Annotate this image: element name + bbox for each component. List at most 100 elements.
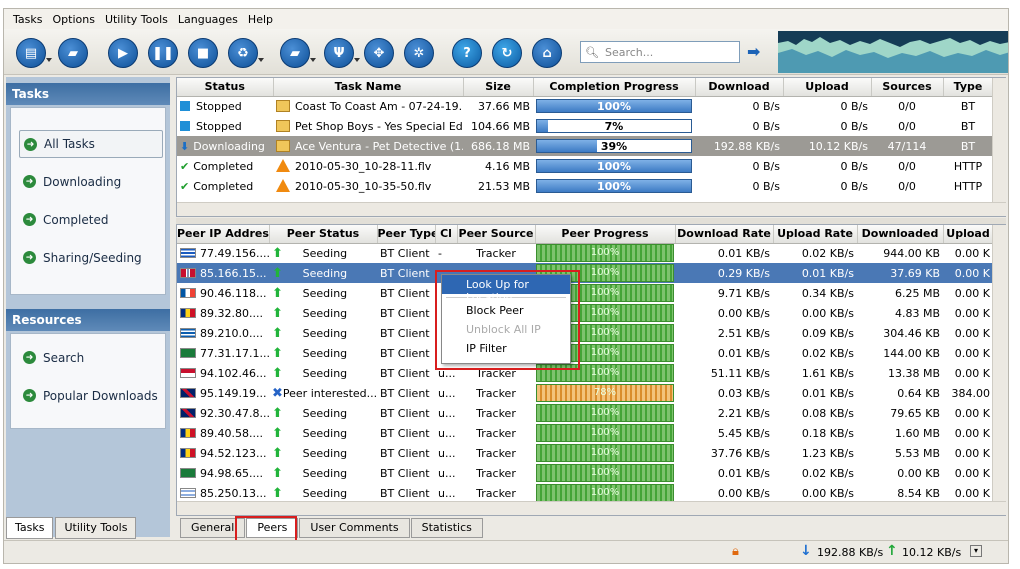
peer-row[interactable]: 92.30.47.8... ⬆ Seeding BT Client u... Tracke… bbox=[177, 403, 993, 423]
peer-row[interactable]: 94.52.123... ⬆ Seeding BT Client u... Tracker… bbox=[177, 443, 993, 463]
nav-downloading[interactable]: ➜ Downloading bbox=[19, 168, 163, 196]
task-row[interactable]: ⬇ Downloading Ace Ventura - Pet Detective … bbox=[177, 136, 993, 156]
search-input[interactable]: Search... bbox=[605, 46, 653, 59]
peer-row[interactable]: 94.102.46... ⬆ Seeding BT Client u... Tracker… bbox=[177, 363, 993, 383]
menu-help[interactable]: Help bbox=[243, 13, 278, 26]
seeding-up-arrow-icon: ⬆ bbox=[272, 425, 283, 441]
menu-languages[interactable]: Languages bbox=[173, 13, 243, 26]
status-menu-icon[interactable]: ▾ bbox=[970, 545, 982, 557]
menu-options[interactable]: Options bbox=[47, 13, 99, 26]
col-status[interactable]: Status bbox=[177, 78, 274, 97]
peer-upload-rate: 0.08 KB/s bbox=[801, 406, 854, 420]
nav-completed[interactable]: ➜ Completed bbox=[19, 206, 163, 234]
tab-statistics[interactable]: Statistics bbox=[410, 518, 483, 538]
open-folder-icon[interactable]: ▰ bbox=[58, 38, 88, 68]
task-download: 0 B/s bbox=[752, 99, 780, 113]
nav-label: All Tasks bbox=[44, 137, 95, 151]
col-size[interactable]: Size bbox=[463, 78, 534, 97]
peer-uploaded: 0.00 K bbox=[943, 263, 993, 283]
peer-row[interactable]: 95.149.19... ✖Peer interested... BT Client… bbox=[177, 383, 993, 403]
peer-progress-bar: 100% bbox=[536, 244, 674, 263]
seeding-up-arrow-icon: ⬆ bbox=[272, 285, 283, 301]
home-icon[interactable]: ⌂ bbox=[532, 38, 562, 68]
peer-row[interactable]: 89.40.58.... ⬆ Seeding BT Client u... Tracker… bbox=[177, 423, 993, 443]
peer-upload-rate: 0.01 KB/s bbox=[801, 386, 854, 400]
refresh-icon[interactable]: ↻ bbox=[492, 38, 522, 68]
country-flag-icon bbox=[180, 247, 196, 258]
peer-uploaded: 0.00 K bbox=[954, 486, 990, 500]
peer-row[interactable]: 85.250.13... ⬆ Seeding BT Client u... Tracker… bbox=[177, 483, 993, 503]
col-peer-source[interactable]: Peer Source bbox=[457, 225, 536, 244]
peer-uploaded: 0.00 K bbox=[954, 366, 990, 380]
col-uploaded[interactable]: Upload bbox=[943, 225, 994, 244]
peer-row[interactable]: 85.166.15... ⬆ Seeding BT Client 100% 0.29 KB… bbox=[177, 263, 993, 283]
peer-row[interactable]: 89.32.80.... ⬆ Seeding BT Client 100% 0.00 KB… bbox=[177, 303, 993, 323]
col-upload-rate[interactable]: Upload Rate bbox=[773, 225, 858, 244]
tab-tasks[interactable]: Tasks bbox=[6, 517, 54, 539]
resources-section-title: Resources bbox=[6, 309, 170, 331]
progress-label: 100% bbox=[597, 180, 631, 193]
search-go-arrow-icon[interactable]: ➡ bbox=[747, 42, 765, 61]
peer-downloaded: 144.00 KB bbox=[883, 346, 940, 360]
col-peer-progress[interactable]: Peer Progress bbox=[535, 225, 676, 244]
peer-row[interactable]: 89.210.0.... ⬆ Seeding BT Client 100% 2.51 KB… bbox=[177, 323, 993, 343]
upload-speed: 10.12 KB/s bbox=[902, 546, 962, 559]
col-peer-ip[interactable]: Peer IP Address bbox=[177, 225, 270, 244]
folder-icon[interactable]: ▰ bbox=[280, 38, 316, 68]
stop-icon[interactable]: ■ bbox=[188, 38, 218, 68]
task-row[interactable]: ✔ Completed 2010-05-30_10-35-50.flv 21.53 M… bbox=[177, 176, 993, 196]
peer-type: BT Client bbox=[380, 306, 430, 320]
peer-progress: 100% bbox=[535, 483, 675, 503]
pause-icon[interactable]: ❚❚ bbox=[148, 38, 178, 68]
col-upload[interactable]: Upload bbox=[783, 78, 872, 97]
tab-user-comments[interactable]: User Comments bbox=[299, 518, 410, 538]
task-vertical-scrollbar[interactable] bbox=[992, 78, 1006, 202]
peers-vertical-scrollbar[interactable] bbox=[992, 225, 1006, 503]
task-row[interactable]: ✔ Completed 2010-05-30_10-28-11.flv 4.16 MB… bbox=[177, 156, 993, 176]
task-horizontal-scrollbar[interactable] bbox=[177, 202, 1006, 216]
start-icon[interactable]: ▶ bbox=[108, 38, 138, 68]
peer-client: - bbox=[438, 246, 442, 260]
col-completion-progress[interactable]: Completion Progress bbox=[533, 78, 696, 97]
settings-gear-icon[interactable]: ✲ bbox=[404, 38, 434, 68]
peer-row[interactable]: 90.46.118... ⬆ Seeding BT Client 100% 9.71 KB… bbox=[177, 283, 993, 303]
delete-icon[interactable]: ♻ bbox=[228, 38, 264, 68]
new-task-icon[interactable]: ▤ bbox=[16, 38, 52, 68]
col-peer-type[interactable]: Peer Type bbox=[377, 225, 436, 244]
task-row[interactable]: Stopped Pet Shop Boys - Yes Special Edi..… bbox=[177, 116, 993, 136]
col-download-rate[interactable]: Download Rate bbox=[675, 225, 774, 244]
peer-download-rate: 37.76 KB/s bbox=[710, 446, 770, 460]
peer-upload-rate: 1.61 KB/s bbox=[801, 366, 854, 380]
nav-popular-downloads[interactable]: ➜ Popular Downloads bbox=[19, 382, 163, 410]
peers-horizontal-scrollbar[interactable] bbox=[177, 501, 1006, 515]
col-type[interactable]: Type bbox=[943, 78, 994, 97]
progress-label: 7% bbox=[604, 120, 624, 133]
col-sources[interactable]: Sources bbox=[871, 78, 944, 97]
col-task-name[interactable]: Task Name bbox=[273, 78, 464, 97]
peer-uploaded: 0.00 K bbox=[954, 246, 990, 260]
help-icon[interactable]: ? bbox=[452, 38, 482, 68]
task-row[interactable]: Stopped Coast To Coast Am - 07-24-19... 37… bbox=[177, 96, 993, 116]
arrow-circle-icon: ➜ bbox=[23, 351, 36, 364]
search-box[interactable]: 🔍︎ Search... bbox=[580, 41, 740, 63]
col-download[interactable]: Download bbox=[695, 78, 784, 97]
utility-tools-icon[interactable]: Ψ bbox=[324, 38, 360, 68]
peer-row[interactable]: 77.31.17.1... ⬆ Seeding BT Client 100% 0.01 K… bbox=[177, 343, 993, 363]
col-downloaded[interactable]: Downloaded bbox=[857, 225, 944, 244]
nav-sharing-seeding[interactable]: ➜ Sharing/Seeding bbox=[19, 244, 163, 272]
peer-progress-bar: 100% bbox=[536, 484, 674, 502]
menu-tasks[interactable]: Tasks bbox=[8, 13, 47, 26]
col-peer-status[interactable]: Peer Status bbox=[269, 225, 378, 244]
menu-utility-tools[interactable]: Utility Tools bbox=[100, 13, 173, 26]
tab-utility-tools[interactable]: Utility Tools bbox=[55, 517, 137, 539]
peer-row[interactable]: 77.49.156.... ⬆ Seeding BT Client - Tracker 10… bbox=[177, 243, 993, 263]
fullscreen-icon[interactable]: ✥ bbox=[364, 38, 394, 68]
peer-ip: 94.98.65.... bbox=[177, 463, 269, 483]
nav-search[interactable]: ➜ Search bbox=[19, 344, 163, 372]
peer-row[interactable]: 94.98.65.... ⬆ Seeding BT Client u... Tracker… bbox=[177, 463, 993, 483]
task-sources: 0/0 bbox=[898, 159, 916, 173]
progress-label: 100% bbox=[597, 160, 631, 173]
col-client[interactable]: Cl bbox=[435, 225, 458, 244]
nav-all-tasks[interactable]: ➜ All Tasks bbox=[19, 130, 163, 158]
task-upload: 10.12 KB/s bbox=[783, 136, 871, 156]
